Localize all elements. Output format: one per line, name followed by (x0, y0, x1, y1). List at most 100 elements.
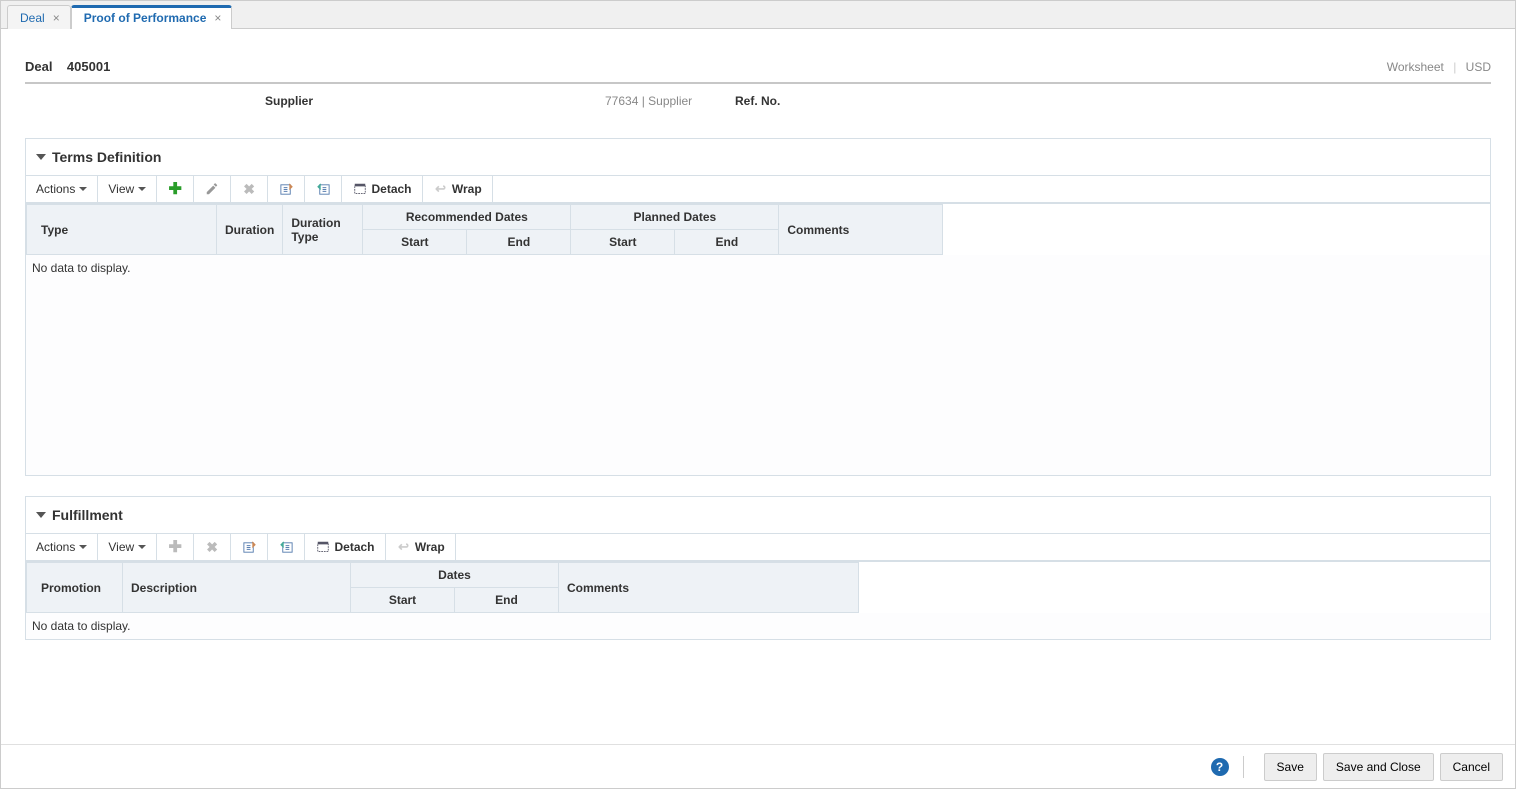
col-rec-start[interactable]: Start (363, 230, 467, 255)
fulfillment-toolbar: Actions View ✚ ✖ (26, 533, 1490, 561)
col-start[interactable]: Start (351, 588, 455, 613)
col-type[interactable]: Type (27, 205, 217, 255)
wrap-label: Wrap (452, 182, 482, 196)
separator (1243, 756, 1244, 778)
ref-no-label: Ref. No. (735, 94, 780, 108)
panel-header[interactable]: Fulfillment (26, 497, 1490, 533)
col-comments[interactable]: Comments (779, 205, 943, 255)
wrap-label: Wrap (415, 540, 445, 554)
deal-number: 405001 (67, 59, 110, 74)
pencil-icon (204, 181, 220, 197)
plus-icon: ✚ (167, 539, 183, 555)
save-and-close-button[interactable]: Save and Close (1323, 753, 1434, 781)
delete-button[interactable]: ✖ (194, 534, 231, 560)
col-plan-start[interactable]: Start (571, 230, 675, 255)
export-icon (278, 181, 294, 197)
col-comments[interactable]: Comments (559, 563, 859, 613)
disclosure-triangle-icon[interactable] (36, 154, 46, 160)
fulfillment-table: Promotion Description Dates Comments Sta… (26, 561, 1490, 639)
deal-title: Deal 405001 (25, 59, 110, 74)
col-planned-dates[interactable]: Planned Dates (571, 205, 779, 230)
col-duration-type[interactable]: Duration Type (283, 205, 363, 255)
tab-label: Deal (20, 11, 45, 25)
col-plan-end[interactable]: End (675, 230, 779, 255)
terms-table: Type Duration Duration Type Recommended … (26, 203, 1490, 475)
fulfillment-panel: Fulfillment Actions View ✚ ✖ (25, 496, 1491, 640)
col-duration[interactable]: Duration (217, 205, 283, 255)
import-button[interactable] (305, 176, 342, 202)
supplier-label: Supplier (265, 94, 313, 108)
close-icon[interactable]: × (214, 11, 221, 25)
supplier-value: 77634 | Supplier (605, 94, 692, 108)
separator: | (1453, 60, 1456, 74)
import-button[interactable] (268, 534, 305, 560)
fulfillment-empty-message: No data to display. (26, 613, 1490, 639)
add-button[interactable]: ✚ (157, 534, 194, 560)
col-rec-end[interactable]: End (467, 230, 571, 255)
view-menu[interactable]: View (98, 176, 157, 202)
actions-label: Actions (36, 540, 75, 554)
panel-header[interactable]: Terms Definition (26, 139, 1490, 175)
add-button[interactable]: ✚ (157, 176, 194, 202)
terms-table-header: Type Duration Duration Type Recommended … (26, 204, 943, 255)
fulfillment-table-header: Promotion Description Dates Comments Sta… (26, 562, 859, 613)
close-icon[interactable]: × (53, 11, 60, 25)
detach-button[interactable]: Detach (305, 534, 385, 560)
plus-icon: ✚ (167, 181, 183, 197)
col-promotion[interactable]: Promotion (27, 563, 123, 613)
content-scroll[interactable]: Deal 405001 Worksheet | USD Supplier 776… (1, 29, 1515, 744)
wrap-icon: ↩ (433, 181, 449, 197)
x-icon: ✖ (204, 539, 220, 555)
chevron-down-icon (138, 187, 146, 191)
tab-deal[interactable]: Deal × (7, 5, 71, 29)
wrap-button[interactable]: ↩ Wrap (386, 534, 456, 560)
header-right: Worksheet | USD (1387, 60, 1491, 74)
view-label: View (108, 182, 134, 196)
export-button[interactable] (231, 534, 268, 560)
col-recommended-dates[interactable]: Recommended Dates (363, 205, 571, 230)
wrap-icon: ↩ (396, 539, 412, 555)
import-icon (315, 181, 331, 197)
save-button[interactable]: Save (1264, 753, 1317, 781)
tab-bar: Deal × Proof of Performance × (1, 1, 1515, 29)
view-menu[interactable]: View (98, 534, 157, 560)
panel-title: Terms Definition (52, 149, 161, 165)
disclosure-triangle-icon[interactable] (36, 512, 46, 518)
tab-label: Proof of Performance (84, 11, 207, 25)
export-button[interactable] (268, 176, 305, 202)
currency-label: USD (1466, 60, 1491, 74)
help-icon[interactable]: ? (1211, 758, 1229, 776)
tab-proof-of-performance[interactable]: Proof of Performance × (71, 5, 233, 29)
terms-empty-message: No data to display. (26, 255, 1490, 475)
supplier-row: Supplier 77634 | Supplier Ref. No. (25, 84, 1491, 118)
chevron-down-icon (138, 545, 146, 549)
col-description[interactable]: Description (123, 563, 351, 613)
delete-button[interactable]: ✖ (231, 176, 268, 202)
view-label: View (108, 540, 134, 554)
actions-label: Actions (36, 182, 75, 196)
col-end[interactable]: End (455, 588, 559, 613)
detach-label: Detach (335, 540, 375, 554)
actions-menu[interactable]: Actions (26, 176, 98, 202)
cancel-button[interactable]: Cancel (1440, 753, 1503, 781)
chevron-down-icon (79, 187, 87, 191)
actions-menu[interactable]: Actions (26, 534, 98, 560)
worksheet-link[interactable]: Worksheet (1387, 60, 1444, 74)
detach-icon (315, 539, 331, 555)
detach-button[interactable]: Detach (342, 176, 422, 202)
detach-label: Detach (372, 182, 412, 196)
col-dates[interactable]: Dates (351, 563, 559, 588)
page-header: Deal 405001 Worksheet | USD (25, 59, 1491, 84)
import-icon (278, 539, 294, 555)
deal-label: Deal (25, 59, 52, 74)
x-icon: ✖ (241, 181, 257, 197)
terms-definition-panel: Terms Definition Actions View ✚ (25, 138, 1491, 476)
detach-icon (352, 181, 368, 197)
terms-toolbar: Actions View ✚ ✖ (26, 175, 1490, 203)
footer-actions: ? Save Save and Close Cancel (1, 744, 1515, 788)
panel-title: Fulfillment (52, 507, 123, 523)
export-icon (241, 539, 257, 555)
chevron-down-icon (79, 545, 87, 549)
edit-button[interactable] (194, 176, 231, 202)
wrap-button[interactable]: ↩ Wrap (423, 176, 493, 202)
